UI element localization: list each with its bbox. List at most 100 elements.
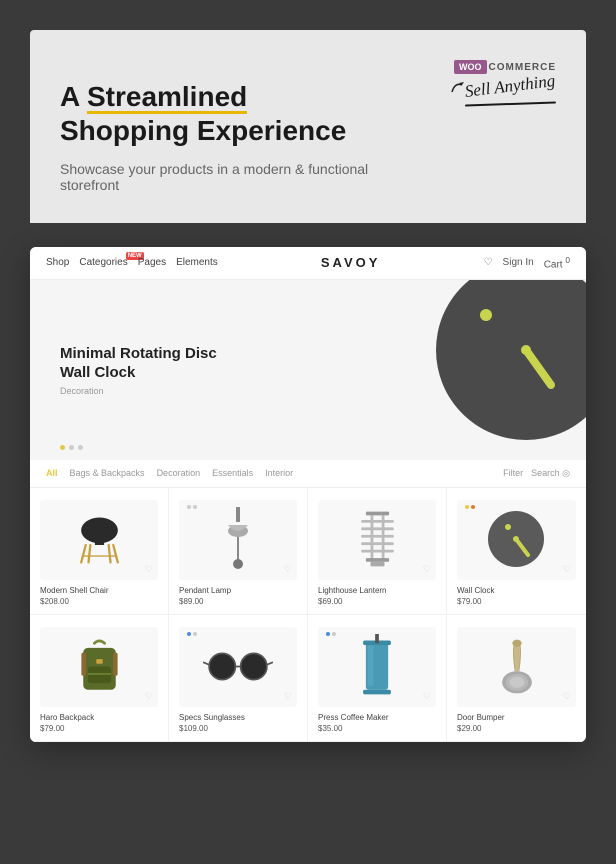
streamlined-text: Streamlined: [87, 81, 247, 112]
hero-dot-2: [69, 445, 74, 450]
product-price-bumper: $29.00: [457, 724, 576, 733]
headline-line1: A Streamlined: [60, 80, 396, 114]
wishlist-clock[interactable]: ♡: [563, 564, 571, 575]
sell-anything-text: Sell Anything: [464, 71, 557, 102]
product-price-backpack: $79.00: [40, 724, 158, 733]
headline-line2: Shopping Experience: [60, 114, 396, 148]
nav-shop[interactable]: Shop: [46, 257, 69, 268]
products-grid: ♡ Modern Shell Chair $208.00: [30, 488, 586, 742]
product-image-lantern: ♡: [318, 500, 436, 580]
product-name-chair: Modern Shell Chair: [40, 586, 158, 595]
filter-essentials[interactable]: Essentials: [212, 468, 253, 478]
lantern-icon: [350, 507, 405, 572]
wishlist-lamp[interactable]: ♡: [284, 564, 292, 575]
product-card-bumper: ♡ Door Bumper $29.00: [447, 615, 586, 742]
product-name-lamp: Pendant Lamp: [179, 586, 297, 595]
store-name: SAVOY: [218, 255, 484, 270]
signin-nav[interactable]: Sign In: [503, 257, 534, 268]
wishlist-coffee[interactable]: ♡: [423, 691, 431, 702]
filter-btn[interactable]: Filter: [503, 468, 523, 479]
product-price-glasses: $109.00: [179, 724, 297, 733]
wishlist-bumper[interactable]: ♡: [563, 691, 571, 702]
product-name-glasses: Specs Sunglasses: [179, 713, 297, 722]
clock-svg: [396, 280, 586, 460]
woo-badge: WOO COMMERCE: [396, 60, 556, 74]
product-image-chair: ♡: [40, 500, 158, 580]
product-name-bumper: Door Bumper: [457, 713, 576, 722]
woo-header: A Streamlined Shopping Experience Showca…: [60, 60, 556, 193]
lamp-dots: [187, 505, 197, 509]
product-image-lamp: ♡: [179, 500, 297, 580]
clock-dots: [465, 505, 475, 509]
backpack-icon: [72, 634, 127, 699]
filter-bags[interactable]: Bags & Backpacks: [70, 468, 145, 478]
filter-right: Filter Search ◎: [503, 468, 570, 479]
product-name-clock: Wall Clock: [457, 586, 576, 595]
glasses-dots: [187, 632, 197, 636]
bumper-icon: [497, 634, 537, 699]
glasses-icon: [203, 649, 273, 684]
hero-dots: [60, 445, 83, 450]
product-card-coffee: ♡ Press Coffee Maker $35.00: [308, 615, 447, 742]
product-image-clock: ♡: [457, 500, 576, 580]
wishlist-nav[interactable]: ♡: [484, 257, 493, 268]
hero-image: [396, 280, 586, 460]
lamp-dot2: [193, 505, 197, 509]
product-card-lamp: ♡ Pendant Lamp $89.00: [169, 488, 308, 615]
wishlist-glasses[interactable]: ♡: [284, 691, 292, 702]
nav-pages[interactable]: Pages: [138, 257, 166, 268]
hero-text: Minimal Rotating DiscWall Clock Decorati…: [60, 344, 217, 396]
product-name-lantern: Lighthouse Lantern: [318, 586, 436, 595]
wishlist-chair[interactable]: ♡: [145, 564, 153, 575]
search-btn[interactable]: Search ◎: [531, 468, 570, 479]
coffee-dots: [326, 632, 336, 636]
filter-all[interactable]: All: [46, 468, 58, 478]
product-image-coffee: ♡: [318, 627, 436, 707]
woo-logo: WOO: [454, 60, 487, 74]
commerce-label: COMMERCE: [489, 62, 556, 73]
glasses-dot2: [193, 632, 197, 636]
clock-dot1: [465, 505, 469, 509]
filter-decoration[interactable]: Decoration: [157, 468, 201, 478]
hero-dot-1: [60, 445, 65, 450]
nav-elements[interactable]: Elements: [176, 257, 218, 268]
store-nav-right: ♡ Sign In Cart 0: [484, 255, 570, 270]
wishlist-lantern[interactable]: ♡: [423, 564, 431, 575]
product-price-lantern: $69.00: [318, 597, 436, 606]
browser-mockup: Shop Categories NEW Pages Elements SAVOY…: [30, 247, 586, 741]
product-card-chair: ♡ Modern Shell Chair $208.00: [30, 488, 169, 615]
product-price-chair: $208.00: [40, 597, 158, 606]
product-image-backpack: ♡: [40, 627, 158, 707]
coffee-dot2: [332, 632, 336, 636]
filter-interior[interactable]: Interior: [265, 468, 293, 478]
wishlist-backpack[interactable]: ♡: [145, 691, 153, 702]
product-card-backpack: ♡ Haro Backpack $79.00: [30, 615, 169, 742]
product-price-coffee: $35.00: [318, 724, 436, 733]
hero-section: Minimal Rotating DiscWall Clock Decorati…: [30, 280, 586, 460]
glasses-dot1: [187, 632, 191, 636]
top-section: A Streamlined Shopping Experience Showca…: [30, 30, 586, 223]
filter-bar: All Bags & Backpacks Decoration Essentia…: [30, 460, 586, 488]
headline-block: A Streamlined Shopping Experience Showca…: [60, 60, 396, 193]
store-nav-left: Shop Categories NEW Pages Elements: [46, 257, 218, 268]
wall-clock-icon: [484, 507, 549, 572]
subtitle: Showcase your products in a modern & fun…: [60, 161, 396, 193]
hero-title: Minimal Rotating DiscWall Clock: [60, 344, 217, 383]
product-image-glasses: ♡: [179, 627, 297, 707]
sell-anything-wrapper: Sell Anything: [465, 82, 556, 105]
store-nav: Shop Categories NEW Pages Elements SAVOY…: [30, 247, 586, 279]
coffee-dot1: [326, 632, 330, 636]
nav-categories[interactable]: Categories NEW: [79, 257, 127, 268]
product-card-lantern: ♡ Lighthouse Lantern $69.00: [308, 488, 447, 615]
product-price-clock: $79.00: [457, 597, 576, 606]
product-card-clock: ♡ Wall Clock $79.00: [447, 488, 586, 615]
chair-icon: [72, 512, 127, 567]
cart-nav[interactable]: Cart 0: [544, 255, 570, 270]
hero-dot-3: [78, 445, 83, 450]
product-name-backpack: Haro Backpack: [40, 713, 158, 722]
lamp-icon: [223, 507, 253, 572]
headline: A Streamlined Shopping Experience: [60, 60, 396, 147]
product-card-glasses: ♡ Specs Sunglasses $109.00: [169, 615, 308, 742]
product-image-bumper: ♡: [457, 627, 576, 707]
coffee-icon: [357, 634, 397, 699]
